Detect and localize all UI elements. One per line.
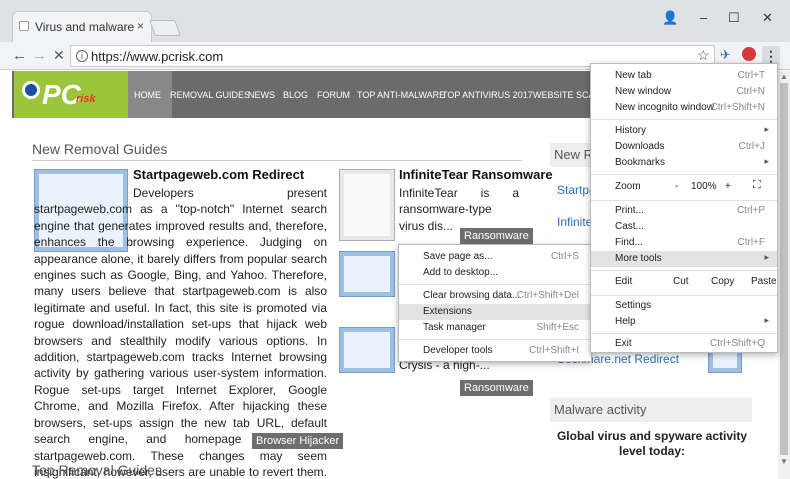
menu-cast[interactable]: Cast...: [591, 219, 777, 235]
nav-forum[interactable]: FORUM: [317, 90, 350, 100]
malware-activity-heading: Malware activity: [554, 402, 647, 417]
stop-loading-icon[interactable]: ✕: [53, 47, 65, 64]
chevron-right-icon: ▸: [764, 124, 769, 134]
menu-separator: [591, 200, 777, 201]
malware-activity-header: Malware activity: [550, 398, 752, 422]
menu-new-incognito[interactable]: New incognito window Ctrl+Shift+N: [591, 100, 777, 116]
article-title[interactable]: InfiniteTear Ransomware: [399, 167, 553, 182]
extension-shield-icon[interactable]: [742, 47, 756, 61]
nav-home[interactable]: HOME: [134, 90, 161, 100]
menu-developer-tools[interactable]: Developer tools Ctrl+Shift+I: [399, 343, 591, 359]
global-activity-title: Global virus and spyware activity level …: [556, 429, 748, 458]
nav-news[interactable]: NEWS: [248, 90, 275, 100]
menu-task-manager[interactable]: Task manager Shift+Esc: [399, 320, 591, 336]
section-top-removal-guides: Top Removal Guides: [32, 462, 162, 478]
menu-zoom-row: Zoom - 100% + ⛶: [615, 179, 761, 192]
menu-more-tools[interactable]: More tools ▸: [591, 251, 777, 267]
menu-exit[interactable]: Exit Ctrl+Shift+Q: [591, 336, 777, 352]
menu-print[interactable]: Print... Ctrl+P: [591, 203, 777, 219]
page-scrollbar[interactable]: ▲ ▼: [778, 71, 790, 479]
section-divider: [32, 160, 522, 161]
window-close-icon[interactable]: ✕: [762, 10, 773, 26]
browser-titlebar: Virus and malware remo × 👤 – ☐ ✕: [0, 0, 790, 42]
category-tag[interactable]: Browser Hijacker: [252, 433, 344, 449]
menu-bookmarks[interactable]: Bookmarks ▸: [591, 155, 777, 171]
menu-history[interactable]: History ▸: [591, 123, 777, 139]
logo-sub-text: risk: [76, 93, 96, 105]
edit-paste-button[interactable]: Paste: [751, 276, 777, 287]
chrome-main-menu: New tab Ctrl+T New window Ctrl+N New incog…: [590, 63, 778, 353]
zoom-in-button[interactable]: +: [725, 181, 731, 192]
extension-bird-icon[interactable]: ✈: [720, 47, 736, 63]
tab-title: Virus and malware remo: [35, 20, 135, 34]
chevron-right-icon: ▸: [764, 315, 769, 325]
menu-find[interactable]: Find... Ctrl+F: [591, 235, 777, 251]
menu-separator: [591, 295, 777, 296]
browser-tab[interactable]: Virus and malware remo ×: [12, 11, 152, 42]
site-info-icon[interactable]: i: [76, 50, 88, 62]
forward-icon: →: [32, 47, 47, 64]
menu-add-to-desktop[interactable]: Add to desktop...: [399, 265, 591, 281]
scroll-down-icon[interactable]: ▼: [780, 457, 788, 466]
url-text: https://www.pcrisk.com: [91, 49, 224, 64]
chevron-right-icon: ▸: [764, 252, 769, 262]
new-tab-button[interactable]: [149, 20, 181, 36]
menu-save-page[interactable]: Save page as... Ctrl+S: [399, 249, 591, 265]
logo-magnifier-icon: [22, 81, 40, 99]
article-thumbnail[interactable]: [339, 251, 395, 297]
nav-top-antivirus[interactable]: TOP ANTIVIRUS 2017: [442, 90, 533, 100]
chevron-right-icon: ▸: [764, 156, 769, 166]
back-icon[interactable]: ←: [12, 47, 27, 64]
account-icon[interactable]: 👤: [662, 10, 678, 26]
menu-new-window[interactable]: New window Ctrl+N: [591, 84, 777, 100]
menu-extensions[interactable]: Extensions: [399, 304, 591, 320]
maximize-icon[interactable]: ☐: [728, 10, 740, 26]
article-thumbnail[interactable]: [339, 327, 395, 373]
menu-separator: [591, 270, 777, 271]
menu-edit-row: Edit Cut Copy Paste: [615, 276, 777, 287]
menu-separator: [591, 174, 777, 175]
menu-downloads[interactable]: Downloads Ctrl+J: [591, 139, 777, 155]
article-title[interactable]: Startpageweb.com Redirect: [133, 167, 304, 182]
minimize-icon[interactable]: –: [700, 10, 707, 25]
site-logo[interactable]: PC risk: [14, 71, 128, 118]
tab-close-icon[interactable]: ×: [137, 19, 144, 33]
menu-new-tab[interactable]: New tab Ctrl+T: [591, 68, 777, 84]
fullscreen-icon[interactable]: ⛶: [753, 179, 761, 192]
menu-settings[interactable]: Settings: [591, 298, 777, 314]
menu-separator: [591, 333, 777, 334]
zoom-out-button[interactable]: -: [675, 181, 678, 192]
category-tag[interactable]: Ransomware: [460, 380, 533, 396]
scroll-up-icon[interactable]: ▲: [780, 72, 788, 81]
scrollbar-thumb[interactable]: [780, 83, 788, 455]
nav-removal-guides[interactable]: REMOVAL GUIDES: [170, 90, 250, 100]
menu-clear-browsing-data[interactable]: Clear browsing data... Ctrl+Shift+Del: [399, 288, 591, 304]
article-thumbnail[interactable]: [339, 169, 395, 241]
zoom-level: 100%: [691, 181, 717, 192]
bookmark-star-icon[interactable]: ☆: [697, 47, 710, 64]
nav-top-anti-malware[interactable]: TOP ANTI-MALWARE: [357, 90, 445, 100]
menu-separator: [399, 339, 591, 340]
page-favicon-icon: [19, 21, 29, 31]
section-new-removal-guides: New Removal Guides: [32, 141, 168, 157]
more-tools-submenu: Save page as... Ctrl+S Add to desktop... …: [398, 244, 592, 362]
nav-blog[interactable]: BLOG: [283, 90, 308, 100]
edit-copy-button[interactable]: Copy: [711, 276, 734, 287]
edit-cut-button[interactable]: Cut: [673, 276, 689, 287]
category-tag[interactable]: Ransomware: [460, 228, 533, 244]
menu-separator: [591, 119, 777, 120]
menu-separator: [399, 284, 591, 285]
article-excerpt: InfiniteTear is a ransomware-type virus …: [399, 186, 519, 233]
menu-help[interactable]: Help ▸: [591, 314, 777, 330]
